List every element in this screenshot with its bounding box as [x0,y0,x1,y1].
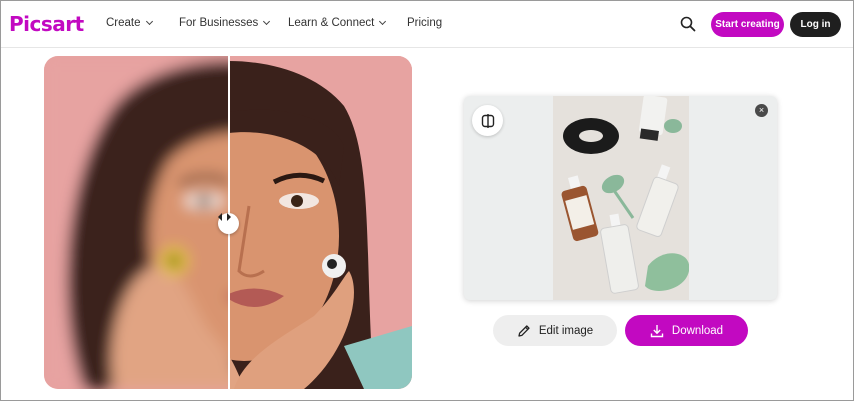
skincare-products-image [553,96,689,300]
nav-pricing[interactable]: Pricing [407,17,442,29]
download-icon [650,324,664,337]
chevron-down-icon [145,17,153,26]
edit-image-label: Edit image [538,324,594,337]
left-right-arrows-icon [218,213,231,221]
nav-create[interactable]: Create [106,17,153,29]
nav-for-businesses-label: For Businesses [179,17,259,29]
search-icon[interactable] [680,16,696,32]
nav-for-businesses[interactable]: For Businesses [179,17,271,29]
comparison-slider-handle[interactable] [218,213,239,234]
product-photo [553,96,689,300]
split-compare-icon [481,113,494,128]
nav-learn-connect[interactable]: Learn & Connect [288,17,387,29]
nav-pricing-label: Pricing [407,17,443,29]
before-after-comparison-image[interactable] [44,56,412,389]
edit-image-button[interactable]: Edit image [493,315,617,346]
nav-create-label: Create [106,17,141,29]
result-preview-card: × [464,96,777,300]
top-navigation-bar: Picsart Create For Businesses Learn & Co… [1,1,853,48]
nav-learn-connect-label: Learn & Connect [288,17,375,29]
compare-toggle-button[interactable] [472,105,503,136]
pencil-icon [518,324,530,337]
picsart-logo[interactable]: Picsart [9,12,84,36]
download-button[interactable]: Download [625,315,748,346]
chevron-down-icon [379,17,387,26]
close-icon[interactable]: × [755,104,768,117]
start-creating-button[interactable]: Start creating [711,12,784,37]
login-button[interactable]: Log in [790,12,841,37]
download-label: Download [671,324,724,337]
chevron-down-icon [263,17,271,26]
